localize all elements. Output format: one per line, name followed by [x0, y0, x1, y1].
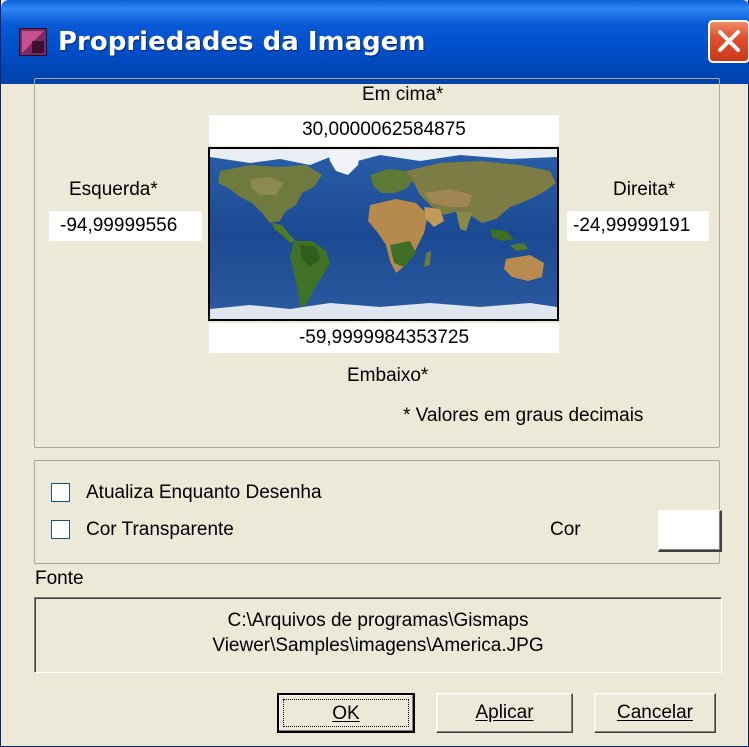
color-label: Cor [550, 519, 581, 540]
transparent-color-label[interactable]: Cor Transparente [86, 519, 234, 541]
title-bar[interactable]: Propriedades da Imagem [1, 0, 749, 84]
image-properties-dialog: Propriedades da Imagem Em cima* 30,00000… [0, 0, 749, 747]
bottom-label: Embaixo* [347, 365, 429, 386]
apply-button[interactable]: Aplicar [436, 693, 573, 733]
image-app-icon [19, 28, 47, 56]
world-map-image [210, 149, 557, 319]
left-value-field[interactable]: -94,99999556 [49, 211, 202, 241]
close-button[interactable] [708, 20, 749, 63]
right-value-field[interactable]: -24,99999191 [567, 211, 709, 241]
ok-button[interactable]: OK [277, 693, 415, 733]
right-label: Direita* [613, 179, 676, 200]
cancel-button-label: Cancelar [616, 702, 694, 723]
update-while-drawing-checkbox[interactable] [51, 483, 70, 502]
left-label: Esquerda* [69, 179, 158, 200]
color-picker-button[interactable] [658, 510, 722, 552]
decimal-degrees-note: * Valores em graus decimais [403, 405, 644, 426]
world-map-preview [208, 147, 559, 321]
update-while-drawing-label[interactable]: Atualiza Enquanto Desenha [86, 482, 322, 504]
window-title: Propriedades da Imagem [58, 27, 426, 57]
transparent-color-checkbox[interactable] [51, 520, 70, 539]
focus-rectangle [283, 699, 409, 727]
apply-button-label: Aplicar [475, 702, 534, 723]
bottom-value-field[interactable]: -59,9999984353725 [209, 323, 559, 353]
top-value-field[interactable]: 30,0000062584875 [209, 115, 559, 146]
source-label: Fonte [35, 568, 84, 589]
options-group [34, 460, 720, 564]
close-x-icon [718, 30, 740, 52]
top-label: Em cima* [362, 84, 444, 105]
cancel-button[interactable]: Cancelar [594, 693, 716, 733]
source-path-box: C:\Arquivos de programas\Gismaps Viewer\… [34, 597, 722, 673]
source-path: C:\Arquivos de programas\Gismaps Viewer\… [212, 610, 544, 656]
